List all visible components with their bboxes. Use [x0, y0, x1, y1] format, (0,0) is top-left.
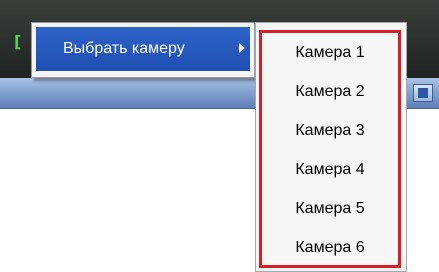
chevron-right-icon	[239, 43, 245, 53]
camera-submenu: Камера 1 Камера 2 Камера 3 Камера 4 Каме…	[255, 22, 407, 272]
context-menu: Выбрать камеру	[31, 22, 255, 78]
camera-menu-item-6[interactable]: Камера 6	[259, 228, 401, 267]
select-camera-menu-item[interactable]: Выбрать камеру	[36, 27, 250, 71]
select-camera-label: Выбрать камеру	[63, 40, 185, 57]
status-indicator-icon: [	[14, 32, 22, 51]
camera-menu-item-1[interactable]: Камера 1	[259, 33, 401, 72]
toolbar-button[interactable]	[413, 84, 433, 102]
camera-menu-item-5[interactable]: Камера 5	[259, 189, 401, 228]
camera-menu-item-4[interactable]: Камера 4	[259, 150, 401, 189]
camera-menu-item-3[interactable]: Камера 3	[259, 111, 401, 150]
camera-menu-item-2[interactable]: Камера 2	[259, 72, 401, 111]
screen: [ Выбрать камеру Камера 1 Камера 2 Камер…	[0, 0, 439, 272]
